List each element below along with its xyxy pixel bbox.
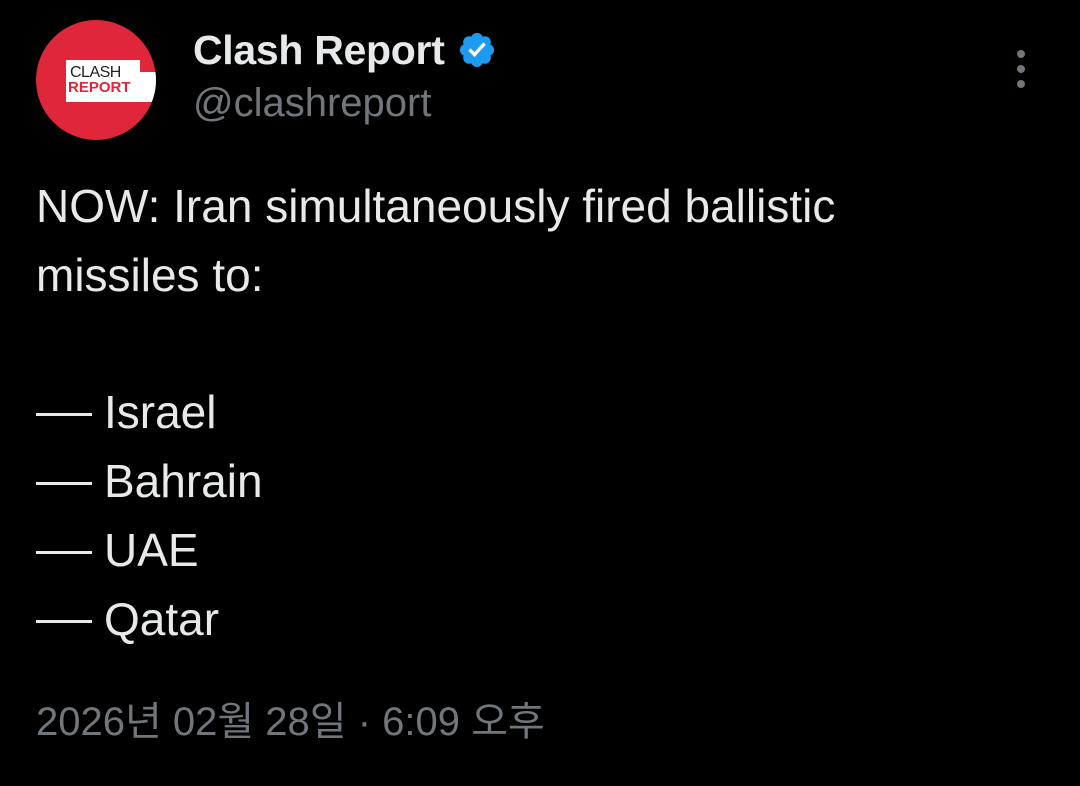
- tweet: CLASH REPORT Clash Report @clashreport N…: [0, 0, 1080, 786]
- list-item-label: Qatar: [104, 593, 220, 645]
- tweet-timestamp[interactable]: 2026년 02월 28일 · 6:09 오후: [36, 692, 545, 752]
- tweet-text-line: missiles to:: [36, 249, 264, 301]
- list-item: UAE: [36, 516, 263, 585]
- display-name[interactable]: Clash Report: [193, 24, 445, 76]
- list-item: Qatar: [36, 585, 263, 654]
- em-dash: [36, 551, 92, 554]
- verified-badge-icon: [459, 32, 494, 68]
- em-dash: [36, 482, 92, 485]
- avatar[interactable]: CLASH REPORT: [36, 20, 156, 140]
- list-item: Bahrain: [36, 447, 263, 516]
- tweet-list: Israel Bahrain UAE Qatar: [36, 378, 263, 654]
- tweet-header: CLASH REPORT Clash Report @clashreport: [36, 20, 1044, 140]
- more-dot: [1017, 65, 1025, 73]
- more-dot: [1017, 80, 1025, 88]
- tweet-text: NOW: Iran simultaneously fired ballistic…: [36, 172, 1046, 310]
- list-item-label: Israel: [104, 386, 217, 438]
- display-name-row: Clash Report: [193, 24, 497, 76]
- author-names: Clash Report @clashreport: [193, 24, 497, 128]
- list-item: Israel: [36, 378, 263, 447]
- more-options-icon[interactable]: [1012, 50, 1030, 90]
- avatar-logo-text-bottom: REPORT: [68, 79, 131, 96]
- tweet-text-line: NOW: Iran simultaneously fired ballistic: [36, 180, 836, 232]
- avatar-logo: CLASH REPORT: [66, 60, 140, 102]
- author-handle[interactable]: @clashreport: [193, 78, 497, 128]
- more-dot: [1017, 50, 1025, 58]
- avatar-logo-tab: [140, 72, 156, 102]
- em-dash: [36, 413, 92, 416]
- list-item-label: UAE: [104, 524, 199, 576]
- em-dash: [36, 620, 92, 623]
- list-item-label: Bahrain: [104, 455, 263, 507]
